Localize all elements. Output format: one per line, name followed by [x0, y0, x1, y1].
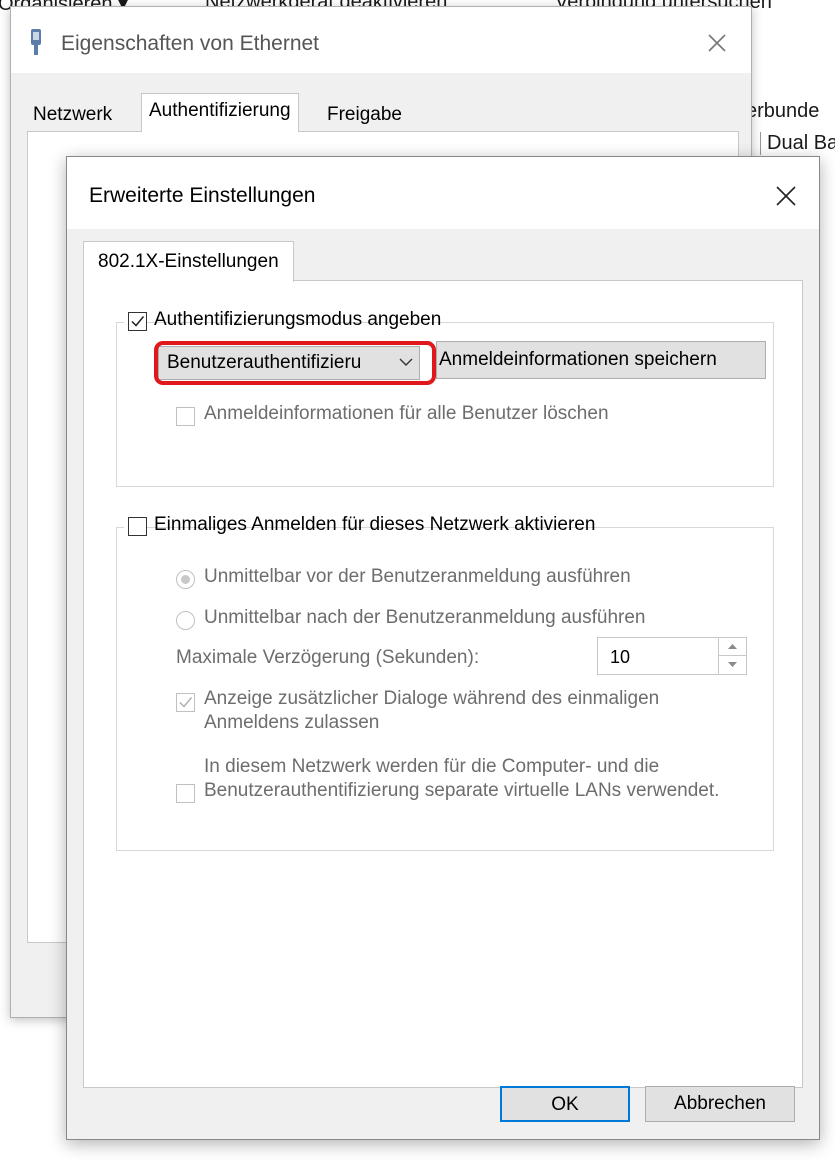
radio-before-logon-label: Unmittelbar vor der Benutzeranmeldung au…: [204, 566, 631, 587]
spinner-buttons: [718, 638, 746, 674]
max-delay-value: 10: [610, 647, 631, 667]
checkmark-icon: [131, 316, 145, 327]
clear-credentials-checkbox[interactable]: [176, 407, 195, 426]
ethernet-icon: [31, 29, 41, 55]
tab-8021x-settings[interactable]: 802.1X-Einstellungen: [83, 241, 294, 282]
auth-mode-label: Authentifizierungsmodus angeben: [154, 309, 442, 330]
adv-dialog-title: Erweiterte Einstellungen: [89, 184, 316, 207]
spin-up-icon[interactable]: [719, 638, 746, 656]
separate-vlan-checkbox[interactable]: [176, 784, 195, 803]
separate-vlan-label: In diesem Netzwerk werden für die Comput…: [204, 756, 720, 801]
chevron-down-icon: [399, 358, 413, 366]
save-credentials-button[interactable]: Anmeldeinformationen speichern: [436, 341, 766, 379]
props-window-title: Eigenschaften von Ethernet: [61, 32, 320, 55]
bg-text-connected: erbunde: [746, 100, 820, 122]
sso-label: Einmaliges Anmelden für dieses Netzwerk …: [154, 514, 596, 535]
radio-after-logon-label: Unmittelbar nach der Benutzeranmeldung a…: [204, 607, 646, 628]
checkmark-icon: [179, 697, 193, 708]
tab-freigabe[interactable]: Freigabe: [321, 99, 408, 130]
advanced-settings-dialog: Erweiterte Einstellungen 802.1X-Einstell…: [66, 156, 820, 1140]
bg-text-adapter: Dual Ba: [760, 132, 835, 155]
auth-mode-toggle[interactable]: Authentifizierungsmodus angeben: [124, 309, 441, 333]
adv-titlebar: Erweiterte Einstellungen: [67, 157, 819, 229]
ok-button[interactable]: OK: [500, 1086, 630, 1122]
additional-dialogs-checkbox[interactable]: [176, 693, 195, 712]
radio-selected-dot: [181, 575, 190, 584]
max-delay-spinner[interactable]: 10: [597, 637, 747, 675]
sso-checkbox[interactable]: [128, 517, 147, 536]
tab-netzwerk[interactable]: Netzwerk: [27, 99, 118, 130]
spin-down-icon[interactable]: [719, 656, 746, 674]
auth-mode-select[interactable]: Benutzerauthentifizieru: [158, 346, 420, 380]
radio-after-logon[interactable]: [176, 611, 195, 630]
auth-mode-checkbox[interactable]: [128, 312, 147, 331]
save-credentials-label: Anmeldeinformationen speichern: [439, 349, 717, 370]
props-titlebar: Eigenschaften von Ethernet: [11, 7, 751, 73]
additional-dialogs-label: Anzeige zusätzlicher Dialoge während des…: [204, 688, 660, 733]
adv-tab-panel: Authentifizierungsmodus angeben Benutzer…: [83, 280, 803, 1088]
close-icon[interactable]: [703, 29, 731, 57]
close-icon[interactable]: [773, 183, 799, 209]
max-delay-label: Maximale Verzögerung (Sekunden):: [176, 647, 480, 668]
clear-credentials-label: Anmeldeinformationen für alle Benutzer l…: [204, 403, 609, 424]
cancel-button[interactable]: Abbrechen: [645, 1086, 795, 1122]
auth-mode-select-value: Benutzerauthentifizieru: [167, 352, 362, 373]
sso-toggle[interactable]: Einmaliges Anmelden für dieses Netzwerk …: [124, 514, 595, 538]
radio-before-logon[interactable]: [176, 570, 195, 589]
tab-authentifizierung[interactable]: Authentifizierung: [141, 93, 299, 132]
